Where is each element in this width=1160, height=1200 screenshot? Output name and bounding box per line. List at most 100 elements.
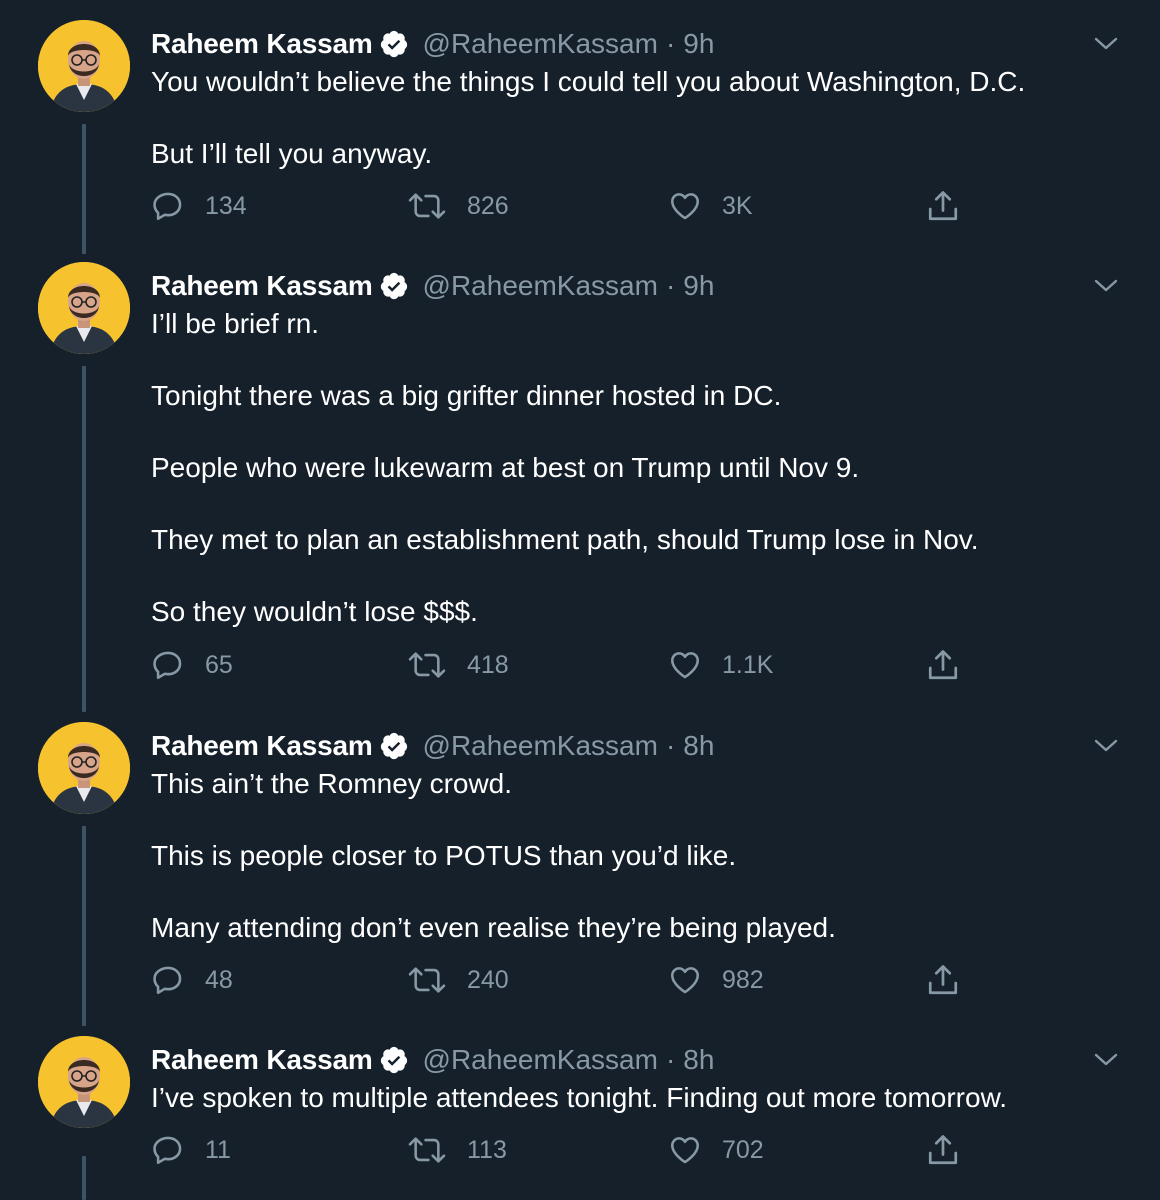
verified-badge-icon: [379, 731, 409, 761]
share-button[interactable]: [925, 186, 961, 226]
retweet-count: 826: [467, 191, 509, 220]
timestamp[interactable]: 9h: [683, 270, 714, 302]
thread-connector: [82, 826, 86, 1026]
retweet-icon: [407, 1133, 447, 1167]
thread-connector: [82, 1156, 86, 1200]
tweet-header: Raheem Kassam @RaheemKassam · 8h: [151, 726, 714, 766]
heart-icon: [668, 648, 702, 682]
heart-icon: [668, 189, 702, 223]
tweet[interactable]: Raheem Kassam @RaheemKassam · 9h I’ll be…: [0, 262, 1160, 712]
tweet-paragraph: You wouldn’t believe the things I could …: [151, 66, 1026, 97]
author-name[interactable]: Raheem Kassam: [151, 270, 373, 302]
tweet-paragraph: They met to plan an establishment path, …: [151, 524, 979, 555]
timestamp[interactable]: 9h: [683, 28, 714, 60]
like-count: 1.1K: [722, 650, 774, 679]
share-button[interactable]: [925, 1130, 961, 1170]
avatar[interactable]: [38, 262, 130, 354]
tweet-paragraph: This ain’t the Romney crowd.: [151, 768, 513, 799]
reply-button[interactable]: 48: [151, 960, 233, 1000]
reply-button[interactable]: 65: [151, 645, 233, 685]
reply-count: 65: [205, 650, 233, 679]
tweet-paragraph: So they wouldn’t lose $$$.: [151, 596, 478, 627]
reply-bubble-icon: [151, 648, 185, 682]
like-button[interactable]: 1.1K: [668, 645, 773, 685]
retweet-count: 418: [467, 650, 509, 679]
retweet-count: 240: [467, 965, 509, 994]
reply-count: 11: [205, 1135, 231, 1164]
verified-badge-icon: [379, 1045, 409, 1075]
like-button[interactable]: 702: [668, 1130, 764, 1170]
action-bar: 11 113 702: [151, 1130, 991, 1170]
tweet-header: Raheem Kassam @RaheemKassam · 8h: [151, 1040, 714, 1080]
retweet-icon: [407, 963, 447, 997]
tweet-header: Raheem Kassam @RaheemKassam · 9h: [151, 24, 714, 64]
tweet-text: I’ll be brief rn. Tonight there was a bi…: [151, 306, 1131, 630]
tweet-paragraph: People who were lukewarm at best on Trum…: [151, 452, 860, 483]
tweet[interactable]: Raheem Kassam @RaheemKassam · 8h This ai…: [0, 722, 1160, 1026]
retweet-button[interactable]: 418: [407, 645, 509, 685]
action-bar: 48 240 982: [151, 960, 991, 1000]
retweet-count: 113: [467, 1135, 507, 1164]
tweet[interactable]: Raheem Kassam @RaheemKassam · 8h I’ve sp…: [0, 1036, 1160, 1200]
author-name[interactable]: Raheem Kassam: [151, 730, 373, 762]
like-button[interactable]: 3K: [668, 186, 753, 226]
chevron-down-icon[interactable]: [1092, 34, 1120, 54]
author-name[interactable]: Raheem Kassam: [151, 28, 373, 60]
like-count: 982: [722, 965, 764, 994]
like-button[interactable]: 982: [668, 960, 764, 1000]
tweet-paragraph: But I’ll tell you anyway.: [151, 138, 433, 169]
author-handle[interactable]: @RaheemKassam: [423, 730, 658, 762]
tweet-paragraph: This is people closer to POTUS than you’…: [151, 840, 737, 871]
tweet-text: You wouldn’t believe the things I could …: [151, 64, 1131, 172]
author-name[interactable]: Raheem Kassam: [151, 1044, 373, 1076]
avatar[interactable]: [38, 20, 130, 112]
action-bar: 65 418 1.1K: [151, 645, 991, 685]
retweet-icon: [407, 189, 447, 223]
share-icon: [925, 962, 961, 998]
tweet-paragraph: I’ve spoken to multiple attendees tonigh…: [151, 1082, 1008, 1113]
verified-badge-icon: [379, 271, 409, 301]
avatar[interactable]: [38, 1036, 130, 1128]
author-handle[interactable]: @RaheemKassam: [423, 1044, 658, 1076]
author-handle[interactable]: @RaheemKassam: [423, 270, 658, 302]
timestamp[interactable]: 8h: [683, 730, 714, 762]
tweet-paragraph: Tonight there was a big grifter dinner h…: [151, 380, 782, 411]
tweet[interactable]: Raheem Kassam @RaheemKassam · 9h You wou…: [0, 20, 1160, 254]
reply-bubble-icon: [151, 1133, 185, 1167]
reply-button[interactable]: 11: [151, 1130, 231, 1170]
retweet-button[interactable]: 240: [407, 960, 509, 1000]
chevron-down-icon[interactable]: [1092, 1050, 1120, 1070]
author-handle[interactable]: @RaheemKassam: [423, 28, 658, 60]
action-bar: 134 826 3K: [151, 186, 991, 226]
reply-button[interactable]: 134: [151, 186, 247, 226]
like-count: 702: [722, 1135, 764, 1164]
tweet-text: I’ve spoken to multiple attendees tonigh…: [151, 1080, 1131, 1116]
share-button[interactable]: [925, 645, 961, 685]
chevron-down-icon[interactable]: [1092, 736, 1120, 756]
reply-count: 134: [205, 191, 247, 220]
tweet-paragraph: Many attending don’t even realise they’r…: [151, 912, 836, 943]
timestamp[interactable]: 8h: [683, 1044, 714, 1076]
heart-icon: [668, 1133, 702, 1167]
reply-bubble-icon: [151, 963, 185, 997]
verified-badge-icon: [379, 29, 409, 59]
separator-dot: ·: [665, 730, 676, 761]
like-count: 3K: [722, 191, 753, 220]
share-button[interactable]: [925, 960, 961, 1000]
retweet-icon: [407, 648, 447, 682]
share-icon: [925, 1132, 961, 1168]
heart-icon: [668, 963, 702, 997]
share-icon: [925, 188, 961, 224]
thread-connector: [82, 124, 86, 254]
tweet-text: This ain’t the Romney crowd. This is peo…: [151, 766, 1131, 946]
separator-dot: ·: [665, 28, 676, 59]
reply-bubble-icon: [151, 189, 185, 223]
retweet-button[interactable]: 113: [407, 1130, 507, 1170]
chevron-down-icon[interactable]: [1092, 276, 1120, 296]
avatar[interactable]: [38, 722, 130, 814]
separator-dot: ·: [665, 1044, 676, 1075]
tweet-header: Raheem Kassam @RaheemKassam · 9h: [151, 266, 714, 306]
retweet-button[interactable]: 826: [407, 186, 509, 226]
thread-connector: [82, 366, 86, 712]
separator-dot: ·: [665, 270, 676, 301]
